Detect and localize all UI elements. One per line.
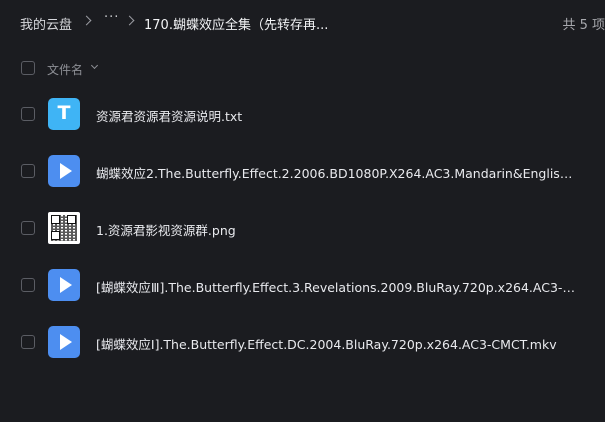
row-checkbox[interactable] [21, 278, 35, 292]
file-row[interactable]: 1.资源君影视资源群.png [0, 202, 605, 254]
name-column-header[interactable]: 文件名 [47, 61, 83, 78]
breadcrumb-more[interactable]: ··· [104, 10, 119, 25]
video-file-icon [48, 155, 80, 187]
play-icon [60, 277, 72, 293]
sort-caret-icon[interactable] [90, 61, 99, 70]
item-count: 共 5 项 [562, 18, 605, 33]
select-all-checkbox[interactable] [21, 61, 35, 75]
chevron-right-icon [124, 15, 135, 26]
list-header: 文件名 [0, 56, 605, 82]
file-browser: 我的云盘 ··· 170.蝴蝶效应全集（先转存再... 共 5 项 文件名 T … [0, 0, 605, 422]
file-name[interactable]: 蝴蝶效应2.The.Butterfly.Effect.2.2006.BD1080… [96, 163, 576, 182]
file-row[interactable]: [蝴蝶效应Ⅰ].The.Butterfly.Effect.DC.2004.Blu… [0, 316, 605, 368]
chevron-right-icon [81, 15, 92, 26]
video-file-icon [48, 326, 80, 358]
qr-eye [51, 215, 60, 224]
row-checkbox[interactable] [21, 221, 35, 235]
file-row[interactable]: 蝴蝶效应2.The.Butterfly.Effect.2.2006.BD1080… [0, 145, 605, 197]
file-row[interactable]: T 资源君资源君资源说明.txt [0, 88, 605, 140]
txt-file-icon: T [48, 98, 80, 130]
breadcrumb-home[interactable]: 我的云盘 [20, 14, 72, 33]
image-file-icon [48, 212, 80, 244]
file-name[interactable]: 1.资源君影视资源群.png [96, 220, 576, 239]
breadcrumb: 我的云盘 ··· 170.蝴蝶效应全集（先转存再... 共 5 项 [0, 0, 605, 46]
row-checkbox[interactable] [21, 164, 35, 178]
txt-file-letter: T [57, 102, 71, 124]
file-name[interactable]: [蝴蝶效应Ⅲ].The.Butterfly.Effect.3.Revelatio… [96, 277, 576, 296]
play-icon [60, 163, 72, 179]
video-file-icon [48, 269, 80, 301]
row-checkbox[interactable] [21, 107, 35, 121]
qr-eye [67, 215, 76, 224]
breadcrumb-current: 170.蝴蝶效应全集（先转存再... [144, 18, 329, 33]
qr-eye [51, 231, 60, 240]
file-name[interactable]: 资源君资源君资源说明.txt [96, 106, 576, 125]
play-icon [60, 334, 72, 350]
row-checkbox[interactable] [21, 335, 35, 349]
file-row[interactable]: [蝴蝶效应Ⅲ].The.Butterfly.Effect.3.Revelatio… [0, 259, 605, 311]
file-name[interactable]: [蝴蝶效应Ⅰ].The.Butterfly.Effect.DC.2004.Blu… [96, 334, 576, 353]
